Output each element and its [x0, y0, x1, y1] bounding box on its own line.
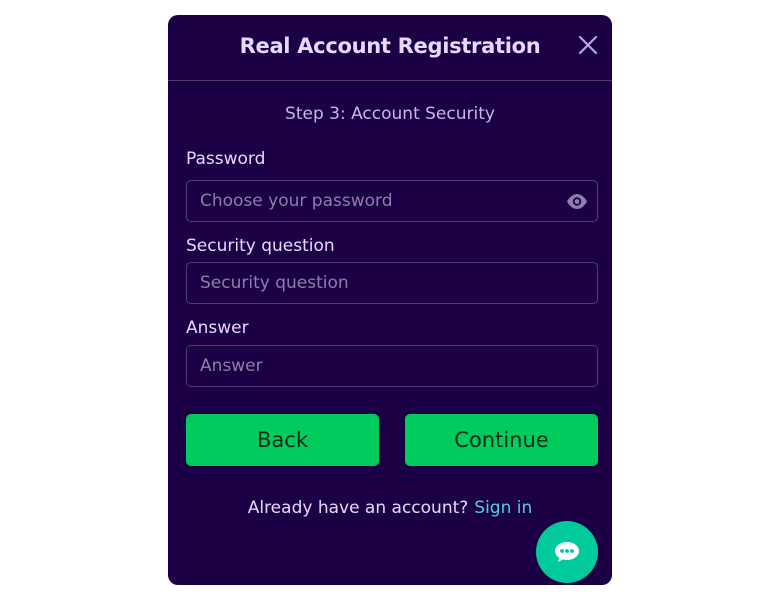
- password-field-wrapper: [186, 180, 598, 222]
- close-icon: [578, 35, 598, 55]
- modal-header: Real Account Registration: [168, 15, 612, 81]
- signin-prompt: Already have an account?: [247, 498, 469, 518]
- answer-label: Answer: [186, 318, 249, 338]
- security-question-field-wrapper: [186, 262, 598, 304]
- continue-button[interactable]: Continue: [405, 414, 598, 466]
- password-input[interactable]: [187, 181, 597, 221]
- back-button[interactable]: Back: [186, 414, 379, 466]
- eye-icon[interactable]: [566, 193, 588, 210]
- step-label: Step 3: Account Security: [285, 104, 495, 124]
- password-label: Password: [186, 149, 266, 169]
- chat-bubble-icon: [555, 542, 579, 562]
- answer-field-wrapper: [186, 345, 598, 387]
- answer-input[interactable]: [187, 346, 597, 386]
- chat-button[interactable]: [536, 521, 598, 583]
- modal-title: Real Account Registration: [239, 34, 541, 58]
- registration-modal: Real Account Registration Step 3: Accoun…: [168, 15, 612, 585]
- security-question-label: Security question: [186, 236, 335, 256]
- signin-row: Already have an account? Sign in: [168, 498, 612, 518]
- signin-link[interactable]: Sign in: [474, 498, 532, 518]
- security-question-input[interactable]: [187, 263, 597, 303]
- close-button[interactable]: [576, 33, 600, 57]
